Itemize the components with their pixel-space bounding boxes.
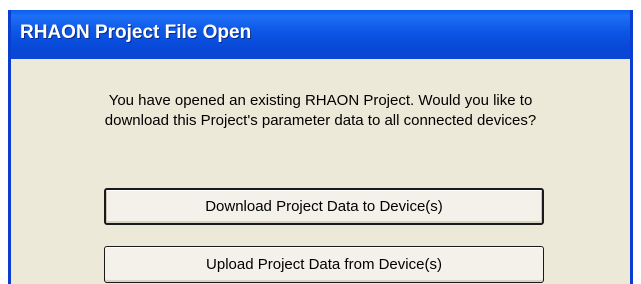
message-line-2: download this Project's parameter data t…	[104, 112, 537, 129]
upload-project-data-button[interactable]: Upload Project Data from Device(s)	[104, 246, 544, 283]
message-line-1: You have opened an existing RHAON Projec…	[108, 92, 533, 109]
dialog-message: You have opened an existing RHAON Projec…	[11, 91, 630, 131]
download-project-data-button[interactable]: Download Project Data to Device(s)	[104, 188, 544, 225]
dialog-content: You have opened an existing RHAON Projec…	[11, 59, 630, 284]
project-open-dialog: RHAON Project File Open You have opened …	[8, 10, 633, 284]
dialog-titlebar[interactable]: RHAON Project File Open	[11, 10, 630, 59]
dialog-title: RHAON Project File Open	[20, 22, 252, 43]
